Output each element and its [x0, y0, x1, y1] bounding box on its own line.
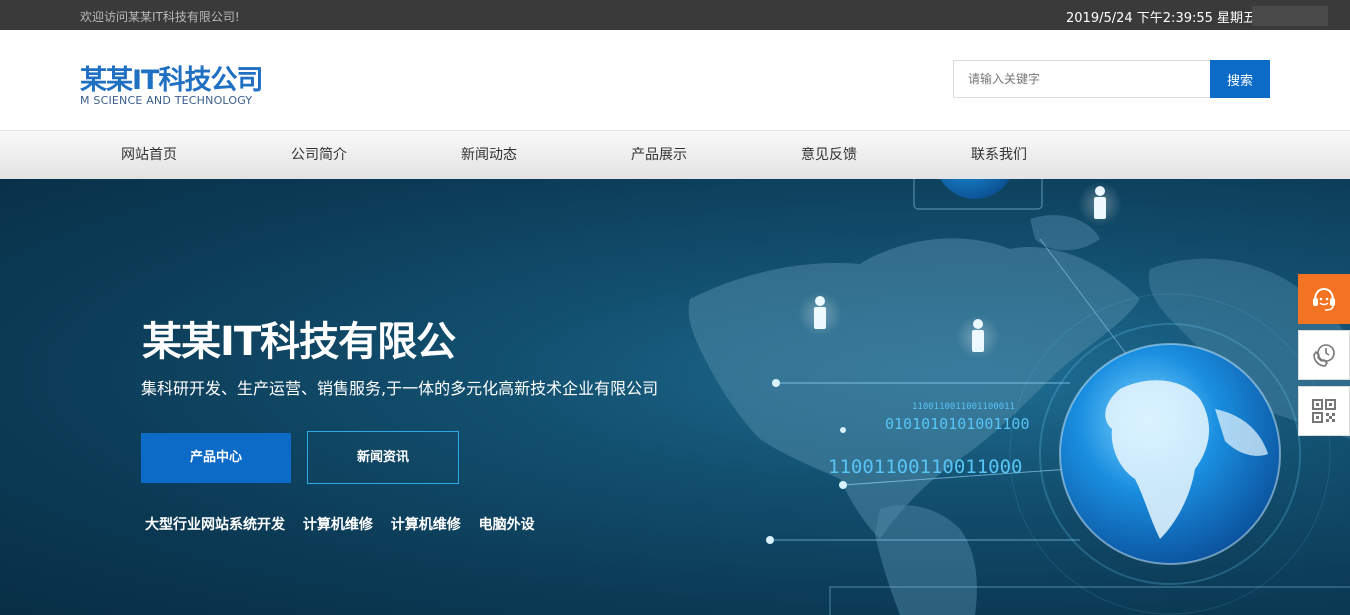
top-bar: 欢迎访问某某IT科技有限公司! 2019/5/24 下午2:39:55 星期五 [0, 0, 1350, 30]
binary-text-small: 1100110011001100011 [912, 402, 1015, 412]
nav-item-home[interactable]: 网站首页 [64, 131, 234, 180]
nav-item-about[interactable]: 公司简介 [234, 131, 404, 180]
binary-text-large: 11001100110011000 [828, 456, 1022, 478]
nav-item-contact[interactable]: 联系我们 [914, 131, 1084, 180]
hero-banner: 1100110011001100011 0101010101001100 110… [0, 179, 1350, 615]
binary-text-medium: 0101010101001100 [885, 415, 1030, 433]
product-center-button[interactable]: 产品中心 [141, 433, 291, 483]
qrcode-icon [1312, 399, 1336, 423]
search-button[interactable]: 搜索 [1210, 60, 1270, 98]
service-tags: 大型行业网站系统开发 计算机维修 计算机维修 电脑外设 [145, 514, 548, 534]
datetime-clock: 2019/5/24 下午2:39:55 星期五 [1066, 11, 1257, 26]
search-input[interactable] [953, 60, 1211, 98]
hero-title: 某某IT科技有限公 [142, 319, 456, 365]
phone-button[interactable] [1298, 330, 1350, 380]
customer-service-icon [1313, 287, 1335, 311]
service-tag[interactable]: 计算机维修 [303, 517, 373, 533]
hero-subtitle: 集科研开发、生产运营、销售服务,于一体的多元化高新技术企业有限公司 [141, 379, 659, 398]
logo-title[interactable]: 某某IT科技公司 [80, 58, 263, 97]
customer-service-button[interactable] [1298, 274, 1350, 324]
phone-icon [1313, 344, 1335, 367]
logo-subtitle: M SCIENCE AND TECHNOLOGY [80, 94, 253, 107]
nav-item-feedback[interactable]: 意见反馈 [744, 131, 914, 180]
news-info-button[interactable]: 新闻资讯 [307, 431, 459, 484]
qrcode-button[interactable] [1298, 386, 1350, 436]
welcome-text: 欢迎访问某某IT科技有限公司! [80, 10, 240, 24]
topbar-blank-block [1252, 6, 1328, 26]
nav-item-products[interactable]: 产品展示 [574, 131, 744, 180]
header: 某某IT科技公司 M SCIENCE AND TECHNOLOGY 搜索 [0, 30, 1350, 130]
service-tag[interactable]: 计算机维修 [391, 517, 461, 533]
main-nav: 网站首页 公司简介 新闻动态 产品展示 意见反馈 联系我们 [0, 130, 1350, 179]
nav-item-news[interactable]: 新闻动态 [404, 131, 574, 180]
service-tag[interactable]: 大型行业网站系统开发 [145, 517, 285, 533]
service-tag[interactable]: 电脑外设 [479, 517, 535, 533]
